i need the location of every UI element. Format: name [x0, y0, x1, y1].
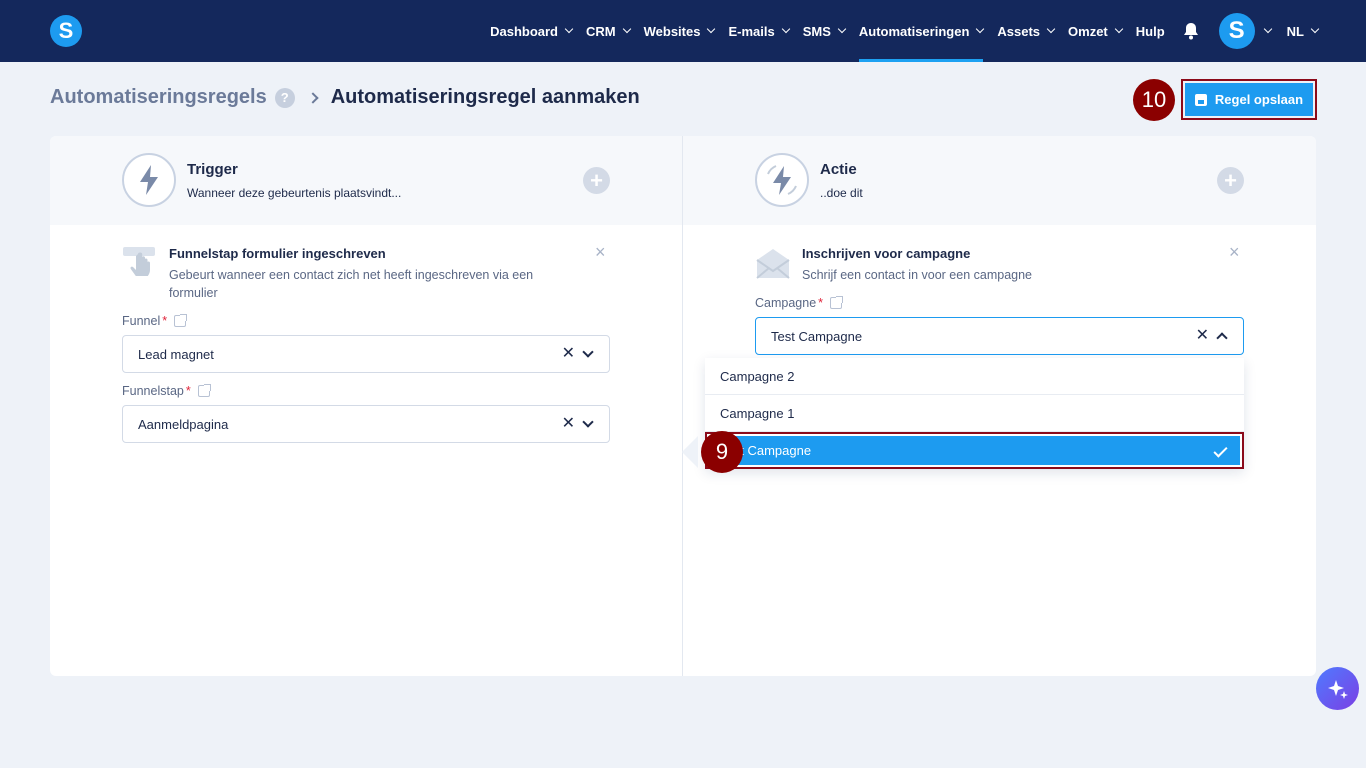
clear-icon[interactable]: ✕ — [1196, 328, 1209, 344]
campagne-select-value: Test Campagne — [771, 328, 863, 344]
funnel-select-value: Lead magnet — [138, 346, 214, 362]
nav-item-hulp[interactable]: Hulp — [1136, 0, 1165, 62]
remove-action-icon[interactable]: × — [1229, 243, 1240, 261]
chevron-down-icon — [622, 24, 631, 34]
funnelstap-select[interactable]: Aanmeldpagina ✕ — [122, 405, 610, 443]
campagne-select[interactable]: Test Campagne ✕ — [755, 317, 1244, 355]
chevron-down-icon — [564, 24, 574, 34]
nav-item-crm[interactable]: CRM — [586, 0, 631, 62]
chevron-down-icon — [1114, 24, 1124, 34]
main-nav: Dashboard CRM Websites E-mails SMS Autom… — [476, 0, 1320, 62]
chevron-up-icon[interactable] — [1216, 332, 1228, 344]
lightning-cycle-icon — [755, 153, 809, 207]
action-title: Actie — [820, 161, 857, 178]
breadcrumb: Automatiseringsregels ? Automatiseringsr… — [50, 86, 640, 109]
nav-item-sms[interactable]: SMS — [803, 0, 847, 62]
dropdown-option-selected[interactable]: Test Campagne — [705, 432, 1244, 469]
dropdown-option[interactable]: Campagne 2 — [705, 358, 1244, 395]
floppy-disk-icon — [1194, 93, 1207, 106]
chevron-down-icon[interactable] — [582, 416, 594, 428]
trigger-item-description: Gebeurt wanneer een contact zich net hee… — [169, 268, 534, 300]
envelope-icon — [755, 246, 791, 282]
funnel-select[interactable]: Lead magnet ✕ — [122, 335, 610, 373]
chevron-down-icon[interactable] — [1263, 24, 1272, 34]
external-link-icon[interactable] — [174, 314, 188, 327]
chevron-down-icon — [976, 24, 985, 34]
action-item-description: Schrijf een contact in voor een campagne — [802, 268, 1032, 282]
nav-item-dashboard[interactable]: Dashboard — [490, 0, 574, 62]
checkmark-icon — [1213, 443, 1228, 458]
save-button-label: Regel opslaan — [1214, 92, 1304, 107]
chevron-down-icon — [707, 24, 716, 34]
step-marker-10: 10 — [1133, 79, 1175, 121]
remove-trigger-icon[interactable]: × — [595, 243, 606, 261]
sparkle-icon — [1327, 679, 1348, 699]
action-item-title: Inschrijven voor campagne — [802, 246, 971, 261]
external-link-icon[interactable] — [197, 384, 211, 397]
top-navigation-bar: S Dashboard CRM Websites E-mails SMS Aut… — [0, 0, 1366, 62]
add-trigger-button[interactable]: + — [583, 167, 610, 194]
connector-notch — [682, 436, 698, 468]
nav-item-websites[interactable]: Websites — [644, 0, 716, 62]
nav-item-emails[interactable]: E-mails — [728, 0, 790, 62]
bell-icon[interactable] — [1183, 21, 1201, 41]
nav-item-automatiseringen[interactable]: Automatiseringen — [858, 0, 985, 62]
campagne-label: Campagne * — [755, 296, 844, 310]
trigger-item-title: Funnelstap formulier ingeschreven — [169, 246, 386, 261]
language-selector[interactable]: NL — [1287, 0, 1320, 62]
action-subtitle: ..doe dit — [820, 186, 863, 200]
action-header: Actie ..doe dit + — [683, 136, 1316, 225]
breadcrumb-parent-link[interactable]: Automatiseringsregels — [50, 86, 267, 109]
lightning-icon — [122, 153, 176, 207]
ai-assistant-button[interactable] — [1316, 667, 1359, 710]
trigger-header: Trigger Wanneer deze gebeurtenis plaatsv… — [50, 136, 682, 225]
chevron-down-icon — [1046, 24, 1056, 34]
chevron-down-icon — [781, 24, 790, 34]
step-marker-9: 9 — [701, 431, 743, 473]
app-logo[interactable]: S — [50, 15, 82, 47]
chevron-down-icon — [837, 24, 847, 34]
clear-icon[interactable]: ✕ — [562, 416, 575, 432]
help-icon[interactable]: ? — [274, 87, 295, 108]
trigger-title: Trigger — [187, 161, 238, 178]
funnelstap-label: Funnelstap * — [122, 384, 211, 398]
external-link-icon[interactable] — [830, 296, 844, 309]
trigger-subtitle: Wanneer deze gebeurtenis plaatsvindt... — [187, 186, 402, 200]
user-avatar[interactable]: S — [1218, 13, 1255, 49]
nav-item-assets[interactable]: Assets — [997, 0, 1056, 62]
add-action-button[interactable]: + — [1217, 167, 1244, 194]
chevron-right-icon — [307, 91, 319, 104]
chevron-down-icon[interactable] — [582, 346, 594, 358]
dropdown-option[interactable]: Campagne 1 — [705, 395, 1244, 432]
trigger-column: Trigger Wanneer deze gebeurtenis plaatsv… — [50, 136, 682, 676]
clear-icon[interactable]: ✕ — [562, 346, 575, 362]
campagne-dropdown-menu: Campagne 2 Campagne 1 Test Campagne — [705, 358, 1244, 469]
funnelstap-select-value: Aanmeldpagina — [138, 416, 229, 432]
nav-item-omzet[interactable]: Omzet — [1068, 0, 1124, 62]
save-rule-button[interactable]: Regel opslaan — [1185, 83, 1313, 116]
save-button-highlight: Regel opslaan — [1181, 79, 1317, 120]
chevron-down-icon — [1310, 24, 1320, 34]
hand-tap-icon — [122, 246, 158, 282]
funnel-label: Funnel * — [122, 314, 188, 328]
page-title: Automatiseringsregel aanmaken — [330, 86, 640, 108]
